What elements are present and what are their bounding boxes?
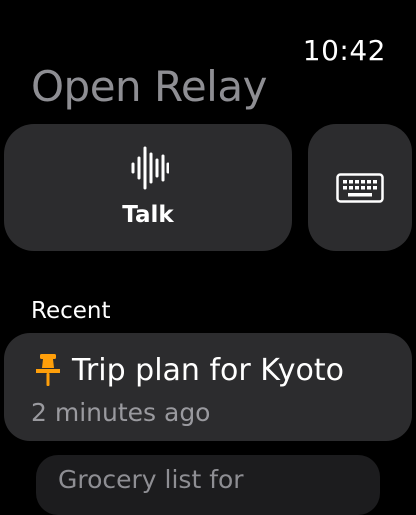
waveform-icon bbox=[131, 146, 169, 190]
keyboard-icon bbox=[336, 173, 384, 203]
recent-item-timestamp: 2 minutes ago bbox=[31, 398, 211, 427]
pin-icon bbox=[36, 354, 60, 386]
recent-item-title: Trip plan for Kyoto bbox=[72, 353, 344, 388]
recent-item-title: Grocery list for bbox=[58, 465, 244, 494]
recent-section-header: Recent bbox=[31, 298, 111, 324]
status-time: 10:42 bbox=[302, 34, 386, 67]
recent-item-grocery-list[interactable]: Grocery list for bbox=[36, 455, 380, 515]
talk-button-label: Talk bbox=[122, 202, 174, 228]
recent-item-trip-plan[interactable]: Trip plan for Kyoto 2 minutes ago bbox=[4, 333, 412, 441]
app-title: Open Relay bbox=[31, 62, 267, 111]
talk-button[interactable]: Talk bbox=[4, 124, 292, 251]
keyboard-button[interactable] bbox=[308, 124, 412, 251]
